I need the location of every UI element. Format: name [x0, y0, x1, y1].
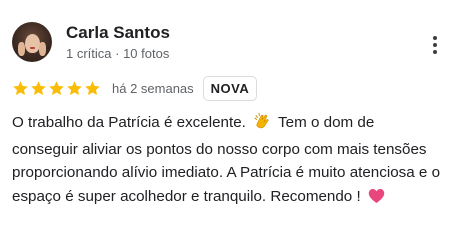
pink-heart-icon: [368, 188, 385, 212]
star-icon: [67, 81, 82, 96]
star-icon: [31, 81, 46, 96]
review-date: há 2 semanas: [112, 81, 194, 96]
clapping-hands-icon: [253, 112, 271, 138]
reviewer-meta: 1 crítica · 10 fotos: [66, 46, 170, 61]
star-icon: [13, 81, 28, 96]
star-rating: [12, 80, 101, 97]
reviewer-name[interactable]: Carla Santos: [66, 23, 170, 43]
review-text-part-1: O trabalho da Patrícia é excelente.: [12, 114, 246, 131]
dot: [433, 36, 437, 40]
rating-row: há 2 semanas NOVA: [12, 76, 258, 101]
avatar-hand-right: [39, 42, 46, 56]
star-icon: [85, 81, 100, 96]
avatar[interactable]: [12, 22, 52, 62]
avatar-hand-left: [18, 42, 25, 56]
dot: [433, 50, 437, 54]
more-options-icon[interactable]: [424, 32, 446, 58]
star-icon: [49, 81, 64, 96]
dot: [433, 43, 437, 47]
avatar-lips: [30, 47, 35, 49]
review-text: O trabalho da Patrícia é excelente. Tem …: [12, 111, 444, 211]
new-badge: NOVA: [202, 76, 258, 101]
avatar-face: [25, 34, 40, 53]
